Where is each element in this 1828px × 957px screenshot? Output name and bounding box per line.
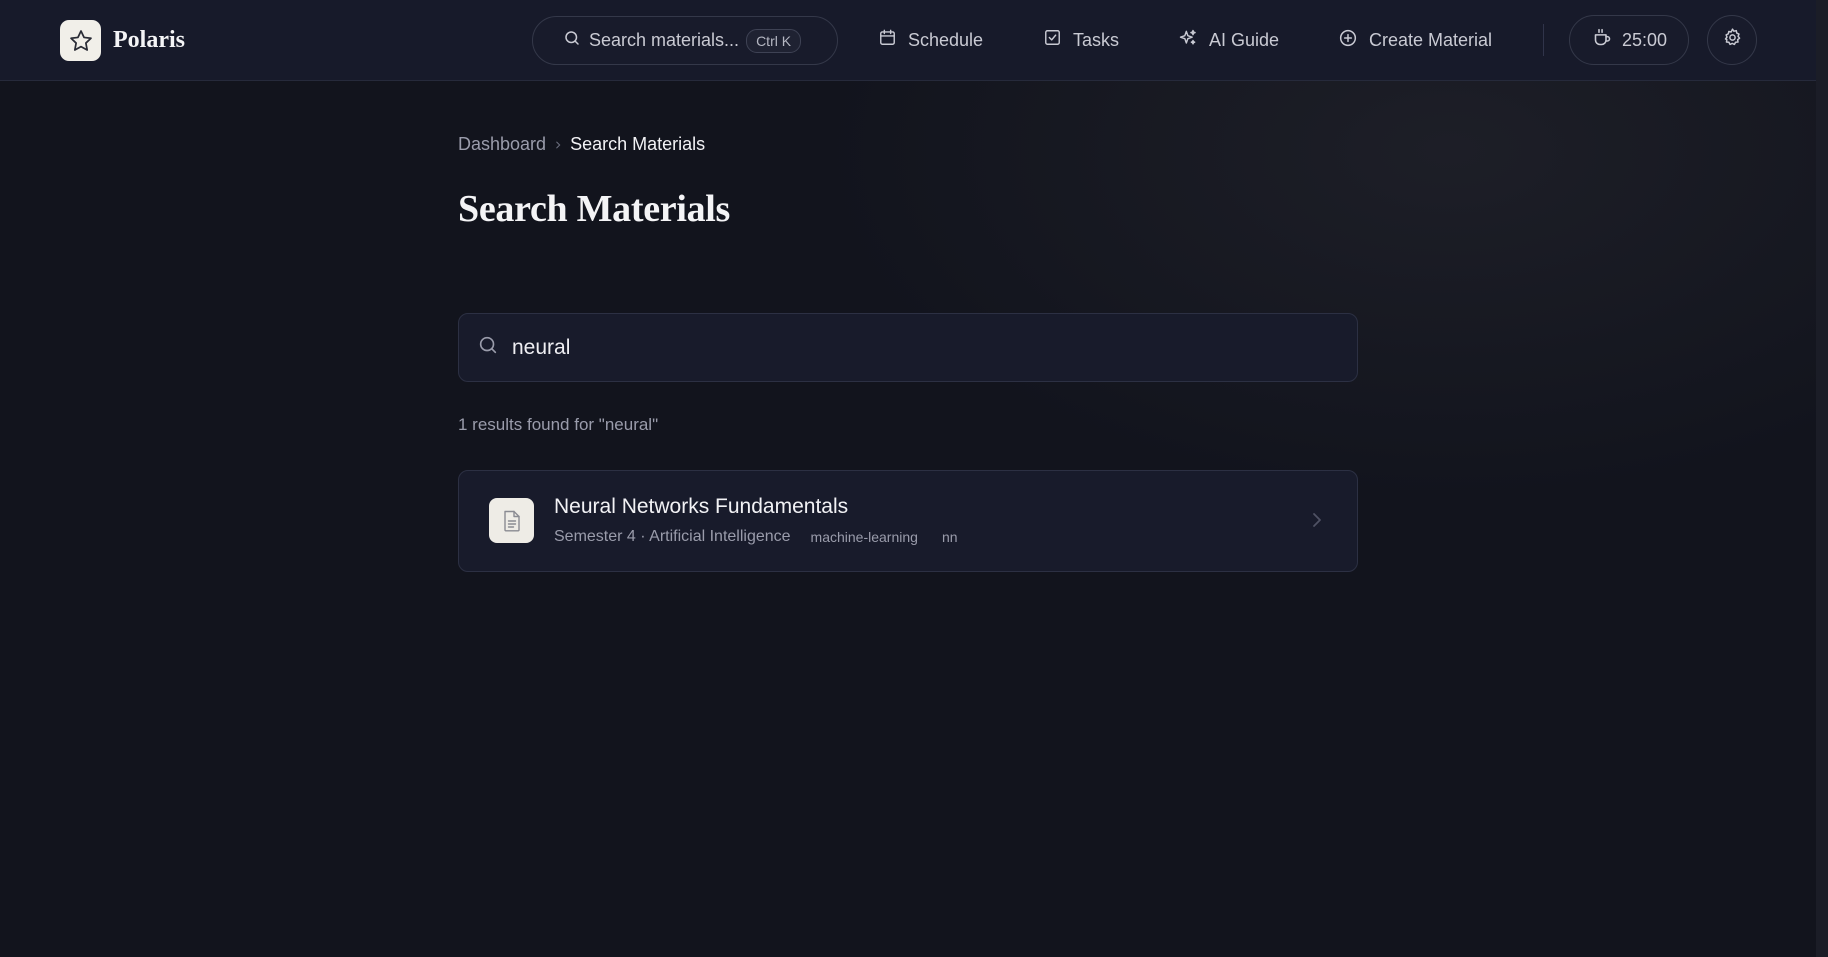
search-icon <box>563 29 581 52</box>
nav-tasks[interactable]: Tasks <box>1043 26 1119 54</box>
scrollbar[interactable] <box>1816 0 1828 957</box>
nav-create-material[interactable]: Create Material <box>1338 26 1492 54</box>
result-subtitle: Semester 4 · Artificial Intelligence <box>554 528 791 545</box>
chevron-right-icon <box>553 140 563 150</box>
result-item[interactable]: Neural Networks Fundamentals Semester 4 … <box>458 470 1358 572</box>
header-search-label: Search materials... <box>589 30 740 50</box>
nav-schedule-label: Schedule <box>908 29 984 50</box>
header-divider <box>1543 24 1544 56</box>
search-box[interactable] <box>458 313 1358 382</box>
checkbox-icon <box>1043 28 1062 52</box>
header-search-button[interactable]: Search materials... Ctrl K <box>532 16 838 65</box>
breadcrumb-dashboard-link[interactable]: Dashboard <box>458 134 546 155</box>
page-title: Search Materials <box>458 188 731 230</box>
nav-ai-guide-label: AI Guide <box>1209 29 1280 50</box>
chevron-right-icon <box>1311 511 1323 534</box>
result-tag: machine-learning <box>810 529 918 545</box>
result-tag: nn <box>941 529 958 545</box>
nav-tasks-label: Tasks <box>1073 29 1120 50</box>
shortcut-badge: Ctrl K <box>746 28 802 53</box>
coffee-icon <box>1592 27 1613 53</box>
top-bar: Polaris Search materials... Ctrl K Sched… <box>0 0 1816 81</box>
settings-button[interactable] <box>1707 15 1757 65</box>
plus-circle-icon <box>1338 28 1358 53</box>
nav-schedule[interactable]: Schedule <box>878 26 983 54</box>
timer-value: 25:00 <box>1622 29 1668 50</box>
nav-create-material-label: Create Material <box>1369 29 1493 50</box>
breadcrumb-current: Search Materials <box>570 134 706 154</box>
breadcrumb: Dashboard Search Materials <box>458 134 705 155</box>
results-summary: 1 results found for "neural" <box>458 415 659 434</box>
search-input[interactable] <box>512 335 1332 360</box>
nav-ai-guide[interactable]: AI Guide <box>1178 26 1279 54</box>
document-icon <box>489 498 534 543</box>
brand[interactable]: Polaris <box>60 20 185 61</box>
result-meta: Semester 4 · Artificial Intelligence mac… <box>554 528 958 546</box>
search-icon <box>477 334 499 361</box>
sparkles-icon <box>1178 28 1198 53</box>
pomodoro-timer-button[interactable]: 25:00 <box>1569 15 1689 65</box>
gear-icon <box>1722 27 1743 53</box>
calendar-icon <box>878 28 897 52</box>
star-logo-icon <box>60 20 101 61</box>
app-name: Polaris <box>113 27 185 53</box>
result-title: Neural Networks Fundamentals <box>554 495 849 518</box>
